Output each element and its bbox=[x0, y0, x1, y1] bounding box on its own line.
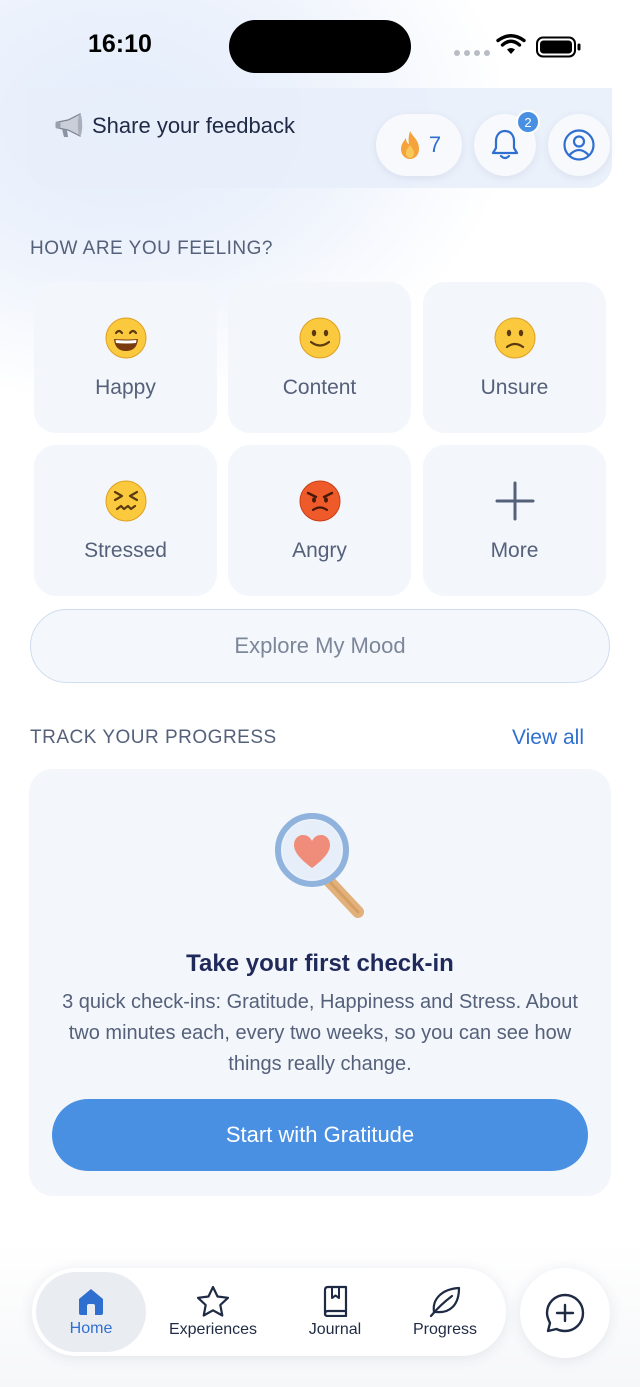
status-bar: 16:10 bbox=[0, 0, 640, 92]
leaf-icon bbox=[429, 1286, 461, 1317]
tab-bar: Home Experiences Journal Progress bbox=[32, 1268, 506, 1356]
grinning-face-icon bbox=[105, 317, 146, 359]
cellular-signal-icon bbox=[454, 50, 490, 56]
mood-label: More bbox=[490, 539, 539, 562]
mood-label: Stressed bbox=[84, 539, 167, 562]
tab-progress[interactable]: Progress bbox=[390, 1272, 500, 1352]
wifi-icon bbox=[496, 34, 526, 54]
flame-icon bbox=[400, 131, 419, 159]
star-icon bbox=[196, 1285, 230, 1317]
plus-icon bbox=[495, 481, 534, 521]
mood-tile-more[interactable]: More bbox=[423, 445, 606, 596]
mood-tile-stressed[interactable]: Stressed bbox=[34, 445, 217, 596]
mood-label: Happy bbox=[95, 376, 156, 399]
bell-icon bbox=[491, 129, 519, 160]
explore-my-mood-button[interactable]: Explore My Mood bbox=[30, 609, 610, 683]
mood-tile-angry[interactable]: Angry bbox=[228, 445, 411, 596]
status-time: 16:10 bbox=[88, 30, 152, 58]
tab-journal[interactable]: Journal bbox=[280, 1272, 390, 1352]
megaphone-icon bbox=[55, 113, 83, 137]
tab-label: Home bbox=[69, 1320, 113, 1337]
checkin-title: Take your first check-in bbox=[186, 950, 454, 977]
mood-label: Unsure bbox=[480, 376, 549, 399]
tab-home[interactable]: Home bbox=[36, 1272, 146, 1352]
angry-face-icon bbox=[299, 480, 340, 522]
confounded-face-icon bbox=[105, 480, 146, 522]
share-feedback-label: Share your feedback bbox=[92, 113, 296, 138]
battery-icon bbox=[536, 36, 581, 58]
mood-section-title: HOW ARE YOU FEELING? bbox=[30, 238, 273, 259]
chat-plus-icon bbox=[545, 1293, 585, 1333]
tab-label: Journal bbox=[308, 1321, 362, 1338]
slightly-smiling-face-icon bbox=[299, 317, 340, 359]
journal-icon bbox=[323, 1285, 348, 1317]
mood-tile-content[interactable]: Content bbox=[228, 282, 411, 433]
dynamic-island bbox=[229, 20, 411, 73]
slightly-frowning-face-icon bbox=[494, 317, 535, 359]
start-with-gratitude-button[interactable]: Start with Gratitude bbox=[52, 1099, 588, 1171]
mood-label: Content bbox=[282, 376, 357, 399]
tab-experiences[interactable]: Experiences bbox=[158, 1272, 268, 1352]
mood-tile-unsure[interactable]: Unsure bbox=[423, 282, 606, 433]
share-feedback-link[interactable]: Share your feedback bbox=[54, 112, 295, 140]
mood-tile-happy[interactable]: Happy bbox=[34, 282, 217, 433]
home-icon bbox=[79, 1289, 103, 1315]
mood-label: Angry bbox=[292, 539, 347, 562]
profile-button[interactable] bbox=[548, 114, 610, 176]
progress-section-title: TRACK YOUR PROGRESS bbox=[30, 727, 277, 748]
magnifier-heart-icon bbox=[275, 813, 364, 918]
user-avatar-icon bbox=[563, 129, 595, 161]
checkin-description: 3 quick check-ins: Gratitude, Happiness … bbox=[62, 991, 578, 1075]
new-chat-button[interactable] bbox=[520, 1268, 610, 1358]
tab-label: Progress bbox=[412, 1321, 478, 1338]
view-all-link[interactable]: View all bbox=[512, 726, 584, 750]
tab-label: Experiences bbox=[168, 1321, 258, 1338]
notification-badge: 2 bbox=[516, 110, 540, 134]
streak-button[interactable]: 7 bbox=[376, 114, 462, 176]
streak-count: 7 bbox=[428, 132, 442, 157]
